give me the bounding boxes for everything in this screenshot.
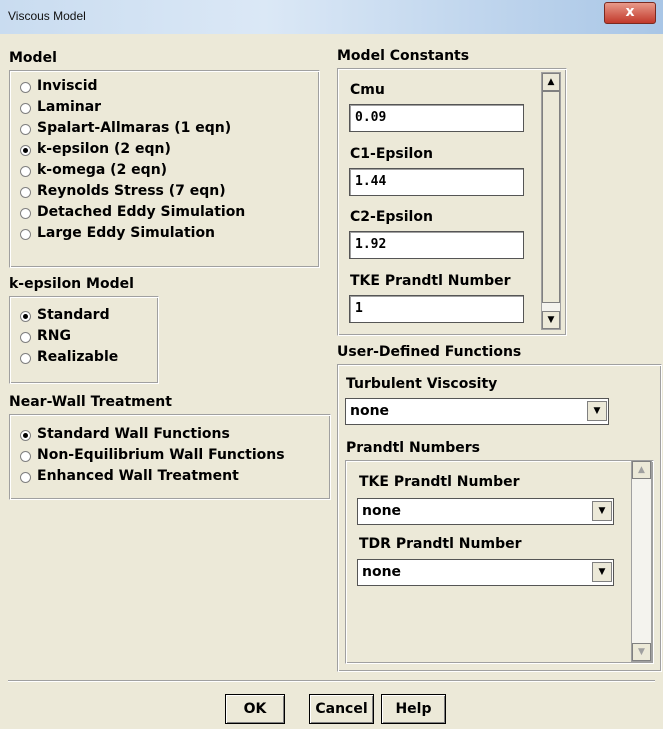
scroll-up-icon[interactable]: ▲ [542, 73, 560, 91]
scroll-down-icon[interactable]: ▼ [542, 311, 560, 329]
radio-dot-icon [20, 430, 31, 441]
tke-prandtl-number-label: TKE Prandtl Number [350, 273, 511, 289]
c1-epsilon-field[interactable]: 1.44 [349, 168, 524, 196]
radio-dot-icon [20, 451, 31, 462]
dialog-body: Model Inviscid Laminar Spalart-Allmaras … [0, 34, 663, 729]
turbulent-viscosity-label: Turbulent Viscosity [346, 376, 498, 392]
help-button[interactable]: Help [381, 694, 446, 724]
near-wall-treatment-label: Near-Wall Treatment [9, 394, 172, 410]
radio-dot-icon [20, 472, 31, 483]
radio-dot-icon [20, 208, 31, 219]
user-defined-functions-label: User-Defined Functions [337, 344, 522, 360]
tke-prandtl-udf-label: TKE Prandtl Number [359, 474, 520, 490]
c2-epsilon-field[interactable]: 1.92 [349, 231, 524, 259]
c2-epsilon-label: C2-Epsilon [350, 209, 433, 225]
tdr-prandtl-udf-label: TDR Prandtl Number [359, 536, 522, 552]
radio-dot-icon [20, 353, 31, 364]
chevron-down-icon[interactable]: ▼ [587, 401, 607, 421]
radio-dot-icon [20, 103, 31, 114]
radio-dot-icon [20, 332, 31, 343]
tke-prandtl-number-field[interactable]: 1 [349, 295, 524, 323]
radio-dot-icon [20, 229, 31, 240]
tdr-prandtl-select[interactable]: none ▼ [357, 559, 614, 586]
scroll-down-icon[interactable]: ▼ [632, 643, 651, 661]
turbulent-viscosity-value: none [350, 403, 390, 419]
scroll-thumb[interactable] [542, 91, 560, 303]
window-title: Viscous Model [8, 9, 86, 23]
radio-dot-icon [20, 166, 31, 177]
title-bar: Viscous Model x [0, 0, 663, 35]
radio-dot-icon [20, 187, 31, 198]
radio-dot-icon [20, 82, 31, 93]
cancel-button[interactable]: Cancel [309, 694, 374, 724]
model-constants-scrollbar[interactable]: ▲ ▼ [541, 72, 561, 330]
prandtl-numbers-label: Prandtl Numbers [346, 440, 480, 456]
tdr-prandtl-value: none [362, 564, 402, 580]
close-button[interactable]: x [604, 2, 656, 24]
bottom-separator [8, 680, 655, 682]
radio-dot-icon [20, 124, 31, 135]
model-label: Model [9, 50, 57, 66]
cmu-field[interactable]: 0.09 [349, 104, 524, 132]
prandtl-numbers-scrollbar[interactable]: ▲ ▼ [631, 460, 652, 662]
radio-dot-icon [20, 311, 31, 322]
c1-epsilon-label: C1-Epsilon [350, 146, 433, 162]
ok-button[interactable]: OK [225, 694, 285, 724]
chevron-down-icon[interactable]: ▼ [592, 501, 612, 521]
k-epsilon-model-label: k-epsilon Model [9, 276, 134, 292]
cmu-label: Cmu [350, 82, 385, 98]
tke-prandtl-value: none [362, 503, 402, 519]
model-constants-label: Model Constants [337, 48, 470, 64]
chevron-down-icon[interactable]: ▼ [592, 562, 612, 582]
turbulent-viscosity-select[interactable]: none ▼ [345, 398, 609, 425]
radio-dot-icon [20, 145, 31, 156]
close-icon: x [625, 4, 635, 20]
scroll-up-icon[interactable]: ▲ [632, 461, 651, 479]
tke-prandtl-select[interactable]: none ▼ [357, 498, 614, 525]
